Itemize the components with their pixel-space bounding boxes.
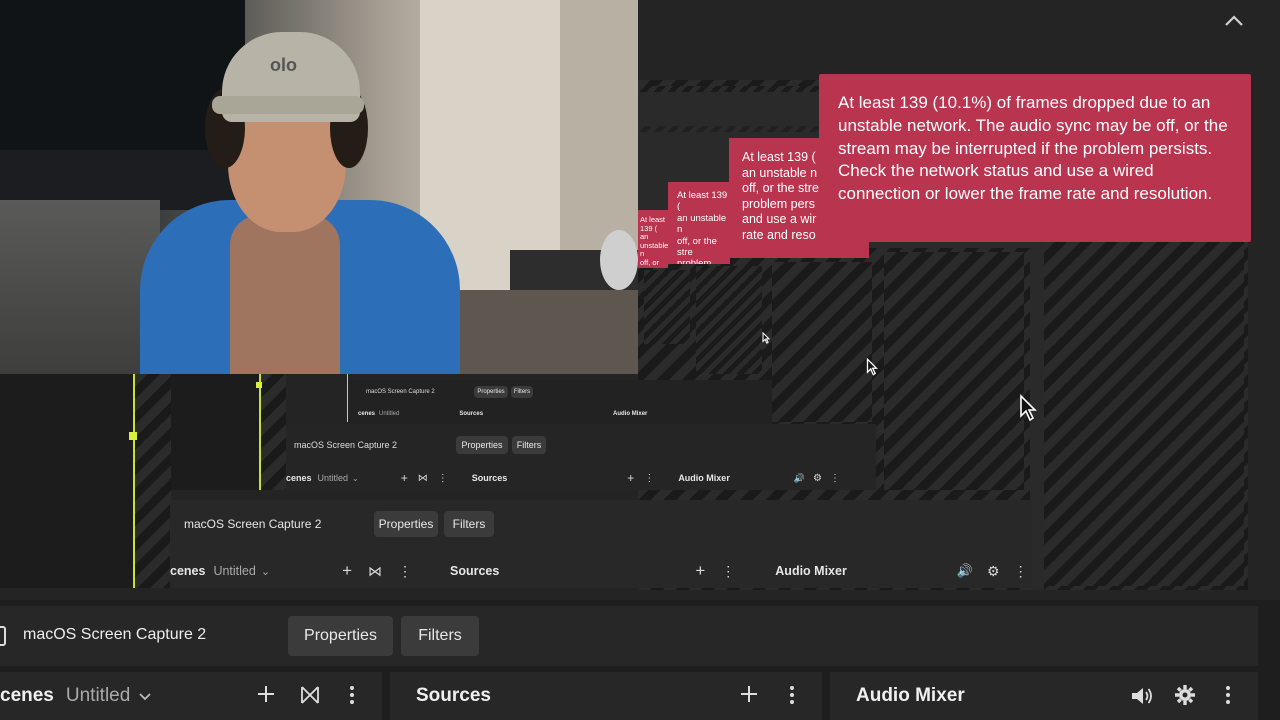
properties-button[interactable]: Properties (288, 616, 393, 656)
source-name-label: macOS Screen Capture 2 (366, 389, 435, 395)
sources-title: Sources (416, 685, 491, 706)
source-name-label: macOS Screen Capture 2 (184, 517, 322, 531)
sources-title: Sources (471, 473, 508, 483)
scenes-dock-header: cenes Untitled (0, 672, 382, 720)
kebab-menu-icon[interactable]: ⋮ (1014, 563, 1028, 580)
nested-preview-level-3 (772, 262, 872, 422)
toast-copy-line: At least 139 ( (677, 190, 728, 213)
selection-guide-line (133, 374, 135, 588)
nested-obs-level-3: macOS Screen Capture 2 Properties Filter… (286, 424, 876, 490)
scenes-title: cenes (170, 564, 206, 578)
filters-button[interactable]: Filters (511, 386, 533, 398)
audio-mixer-title: Audio Mixer (678, 473, 730, 483)
kebab-menu-icon[interactable]: ⋮ (830, 473, 840, 484)
source-name-label: macOS Screen Capture 2 (23, 626, 207, 643)
properties-button[interactable]: Properties (374, 511, 438, 537)
nested-obs-level-4: macOS Screen Capture 2 Properties Filter… (348, 380, 772, 424)
nested-left-stripes (135, 374, 171, 588)
bowtie-icon[interactable] (300, 685, 320, 705)
audio-mixer-title: Audio Mixer (856, 685, 965, 706)
selection-handle (129, 432, 137, 440)
properties-button[interactable]: Properties (456, 436, 508, 454)
toast-copy-line: an unstable n (640, 232, 668, 259)
kebab-menu-icon[interactable]: ⋮ (721, 563, 735, 580)
chevron-down-icon[interactable] (138, 691, 152, 701)
nested-preview-stripes-right (1044, 240, 1244, 586)
toast-copy-line: off, or the stre (640, 257, 665, 268)
dock-headers: cenes Untitled Sources Audio Mixer (0, 672, 1280, 720)
nested-left-dark-2 (171, 374, 260, 490)
source-icon (0, 626, 6, 646)
sources-title: Sources (450, 564, 500, 578)
selection-handle (256, 382, 262, 388)
kebab-menu-icon[interactable] (348, 684, 356, 706)
cursor-arrow-icon (762, 332, 770, 344)
properties-button[interactable]: Properties (474, 386, 508, 398)
sources-title: Sources (459, 411, 484, 417)
gear-icon[interactable]: ⚙ (987, 563, 1000, 580)
toast-copy-line: problem pers (677, 258, 712, 264)
plus-icon[interactable] (739, 684, 759, 704)
source-controls-bar: macOS Screen Capture 2 Properties Filter… (0, 606, 1258, 666)
plus-icon[interactable]: + (401, 471, 408, 485)
frame-drop-warning-toast: At least 139 (10.1%) of frames dropped d… (819, 74, 1251, 242)
chevron-down-icon[interactable]: ⌄ (261, 565, 270, 578)
kebab-menu-icon[interactable]: ⋮ (644, 473, 654, 484)
selection-guide-line (259, 374, 261, 490)
nested-left-stripes-2 (260, 374, 286, 490)
gear-icon[interactable] (1174, 684, 1196, 706)
audio-mixer-dock-header: Audio Mixer (830, 672, 1258, 720)
scenes-title: cenes (358, 411, 376, 417)
nested-preview-level-5 (644, 270, 690, 344)
preview-area: At least 139 ( an unstable n off, or the… (0, 0, 1280, 600)
scene-collection-label: Untitled (317, 473, 349, 483)
chevron-up-icon (1225, 15, 1243, 26)
plus-icon[interactable]: + (342, 561, 352, 581)
scene-collection-label[interactable]: Untitled (66, 685, 130, 707)
audio-mixer-title: Audio Mixer (613, 411, 648, 417)
gear-icon[interactable]: ⚙ (813, 473, 822, 484)
plus-icon[interactable]: + (695, 561, 705, 581)
filters-button[interactable]: Filters (401, 616, 479, 656)
filters-button[interactable]: Filters (512, 436, 546, 454)
toast-copy-line: off, or the stre (677, 235, 717, 259)
toast-message: At least 139 (10.1%) of frames dropped d… (838, 93, 1228, 204)
toast-copy-level-3: At least 139 ( an unstable n off, or the… (668, 182, 730, 264)
source-name-label: macOS Screen Capture 2 (294, 440, 398, 450)
toast-copy-line: At least 139 ( (640, 215, 666, 233)
nested-obs-level-2: macOS Screen Capture 2 Properties Filter… (170, 500, 1032, 588)
scenes-title: cenes (286, 473, 312, 483)
bowtie-icon[interactable]: ⋈ (418, 473, 428, 484)
speaker-icon[interactable]: 🔊 (794, 473, 805, 484)
cursor-arrow-icon (866, 358, 878, 376)
cursor-arrow-icon (1020, 394, 1037, 422)
kebab-menu-icon[interactable]: ⋮ (398, 563, 412, 580)
scene-collection-label: Untitled (213, 564, 256, 578)
webcam-video-feed: olo (0, 0, 638, 374)
collapse-preview-button[interactable] (1222, 10, 1246, 30)
chevron-down-icon[interactable]: ⌄ (352, 474, 359, 483)
speaker-icon[interactable]: 🔊 (957, 563, 973, 579)
kebab-menu-icon[interactable]: ⋮ (438, 473, 448, 484)
kebab-menu-icon[interactable] (788, 684, 796, 706)
kebab-menu-icon[interactable] (1224, 684, 1232, 706)
nested-preview-level-2 (884, 252, 1024, 490)
toast-copy-level-4: At least 139 ( an unstable n off, or the… (638, 210, 668, 268)
preview-header-band (638, 0, 1280, 80)
audio-mixer-title: Audio Mixer (775, 564, 847, 578)
toast-copy-line: an unstable n (677, 212, 727, 236)
plus-icon[interactable] (256, 684, 276, 704)
sources-dock-header: Sources (390, 672, 822, 720)
nested-preview-level-4 (696, 266, 762, 374)
plus-icon[interactable]: + (627, 471, 634, 485)
scenes-title: cenes (0, 685, 54, 706)
scene-collection-label: Untitled (379, 411, 400, 417)
filters-button[interactable]: Filters (444, 511, 494, 537)
bowtie-icon[interactable]: ⋈ (368, 563, 382, 580)
speaker-icon[interactable] (1130, 685, 1154, 707)
